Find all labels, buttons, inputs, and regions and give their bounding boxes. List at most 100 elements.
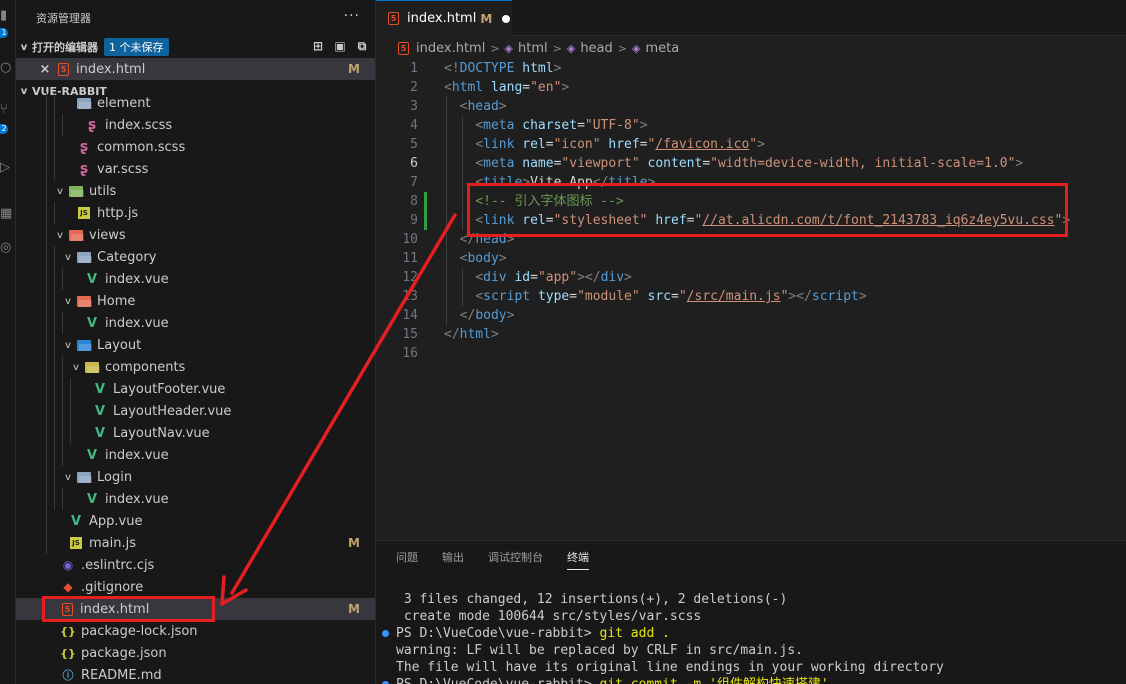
code-text: </html>	[444, 325, 499, 344]
indent-guide	[446, 97, 447, 325]
explorer-icon[interactable]: ▮	[0, 8, 16, 26]
tree-item[interactable]: V LayoutFooter.vue	[16, 378, 375, 400]
command-status-dot-icon[interactable]	[382, 630, 389, 637]
code-token: <	[475, 289, 484, 304]
tree-item[interactable]: ◆ .gitignore	[16, 576, 375, 598]
indent-guide	[54, 356, 55, 378]
terminal-line: The file will have its original line end…	[396, 659, 1126, 676]
indent-guide	[70, 400, 71, 422]
breadcrumb-item[interactable]: head	[580, 41, 612, 56]
tree-item[interactable]: Vindex.vue	[16, 444, 375, 466]
tree-item[interactable]: ʂ index.scss	[16, 114, 375, 136]
tab-index-html[interactable]: 5 index.html M	[376, 0, 512, 36]
code-token: =	[577, 118, 585, 133]
tree-item[interactable]: Vindex.vue	[16, 268, 375, 290]
line-number: 14	[402, 308, 418, 323]
tree-item[interactable]: v Layout	[16, 334, 375, 356]
close-icon[interactable]: ×	[38, 61, 52, 77]
element-icon: ◈	[632, 41, 641, 55]
tree-item[interactable]: {} package-lock.json	[16, 620, 375, 642]
indent-guide	[62, 488, 63, 510]
run-debug-icon[interactable]: ▷	[0, 160, 16, 178]
tree-item-label: Home	[97, 293, 136, 309]
panel-tab[interactable]: 输出	[442, 549, 464, 570]
open-editors-section[interactable]: v 打开的编辑器 1 个未保存 ⊞ ▣ ⧉	[16, 36, 375, 58]
close-all-icon[interactable]: ⧉	[354, 38, 370, 54]
code-text: <script type="module" src="/src/main.js"…	[444, 287, 866, 306]
code-token: <	[475, 270, 484, 285]
tree-item[interactable]: ⓘ README.md	[16, 664, 375, 684]
tree-item[interactable]: JS main.js M	[16, 532, 375, 554]
tree-item[interactable]: ʂ common.scss	[16, 136, 375, 158]
tab-modified-status: M	[480, 11, 493, 26]
unsaved-dot-icon[interactable]	[502, 14, 511, 23]
code-token: name	[522, 156, 554, 171]
chevron-down-icon[interactable]: v	[60, 296, 76, 307]
new-file-icon[interactable]: ⊞	[310, 38, 326, 54]
tree-item[interactable]: ʂ var.scss	[16, 158, 375, 180]
panel-tab[interactable]: 终端	[567, 549, 589, 570]
tree-item[interactable]: ◉ .eslintrc.cjs	[16, 554, 375, 576]
line-number: 1	[410, 61, 418, 76]
tree-item[interactable]: V LayoutHeader.vue	[16, 400, 375, 422]
code-token: /src/main.js	[686, 289, 781, 304]
git-icon: ◆	[63, 580, 73, 594]
scss-icon: ʂ	[79, 161, 89, 177]
code-text: <head>	[444, 97, 507, 116]
remote-icon[interactable]: ◎	[0, 240, 16, 258]
tree-item-label: package.json	[81, 645, 167, 661]
code-line: 13 <script type="module" src="/src/main.…	[376, 287, 1126, 306]
tree-item[interactable]: v Login	[16, 466, 375, 488]
search-icon[interactable]: ○	[0, 60, 16, 78]
more-actions-icon[interactable]: ···	[344, 8, 360, 24]
code-token: script	[483, 289, 531, 304]
tree-item[interactable]: V LayoutNav.vue	[16, 422, 375, 444]
tree-item[interactable]: v views	[16, 224, 375, 246]
indent-guide	[54, 158, 55, 180]
code-token: src	[647, 289, 672, 304]
chevron-down-icon[interactable]: v	[60, 472, 76, 483]
extensions-icon[interactable]: ▦	[0, 206, 16, 224]
tree-item-label: LayoutFooter.vue	[113, 381, 226, 397]
chevron-down-icon[interactable]: v	[52, 230, 68, 241]
code-token: <	[444, 80, 452, 95]
js-icon: JS	[70, 537, 82, 549]
indent-guide	[46, 312, 47, 334]
tree-item[interactable]: v components	[16, 356, 375, 378]
panel-tab[interactable]: 问题	[396, 549, 418, 570]
tree-item[interactable]: JS http.js	[16, 202, 375, 224]
tree-item[interactable]: v Home	[16, 290, 375, 312]
tree-item[interactable]: v utils	[16, 180, 375, 202]
code-token: >	[506, 308, 515, 323]
tree-item[interactable]: {} package.json	[16, 642, 375, 664]
indent-guide	[62, 356, 63, 378]
element-icon: ◈	[566, 41, 576, 55]
terminal-output: 3 files changed, 12 insertions(+), 2 del…	[396, 592, 788, 607]
breadcrumb-item[interactable]: index.html	[416, 41, 485, 56]
tree-item[interactable]: Vindex.vue	[16, 312, 375, 334]
indent-guide	[46, 356, 47, 378]
tree-item[interactable]: element	[16, 92, 375, 114]
chevron-down-icon[interactable]: v	[60, 252, 76, 263]
tree-item[interactable]: v Category	[16, 246, 375, 268]
tree-item-label: common.scss	[97, 139, 186, 155]
breadcrumb-item[interactable]: html	[518, 41, 548, 56]
code-token: "width=device-width, initial-scale=1.0"	[710, 156, 1016, 171]
open-editor-index-html[interactable]: × 5 index.html M	[16, 58, 375, 80]
code-text: <meta charset="UTF-8">	[444, 116, 647, 135]
chevron-down-icon[interactable]: v	[68, 362, 84, 373]
panel-tab[interactable]: 调试控制台	[488, 549, 543, 570]
code-line: 4 <meta charset="UTF-8">	[376, 116, 1126, 135]
tree-item[interactable]: V App.vue	[16, 510, 375, 532]
save-all-icon[interactable]: ▣	[332, 38, 348, 54]
modified-status: M	[348, 62, 360, 76]
source-control-icon[interactable]: ⑂	[0, 102, 16, 120]
chevron-down-icon[interactable]: v	[52, 186, 68, 197]
tree-item[interactable]: Vindex.vue	[16, 488, 375, 510]
indent-guide	[54, 488, 55, 510]
breadcrumb-item[interactable]: meta	[645, 41, 679, 56]
chevron-down-icon[interactable]: v	[60, 340, 76, 351]
code-token: </	[459, 308, 476, 323]
